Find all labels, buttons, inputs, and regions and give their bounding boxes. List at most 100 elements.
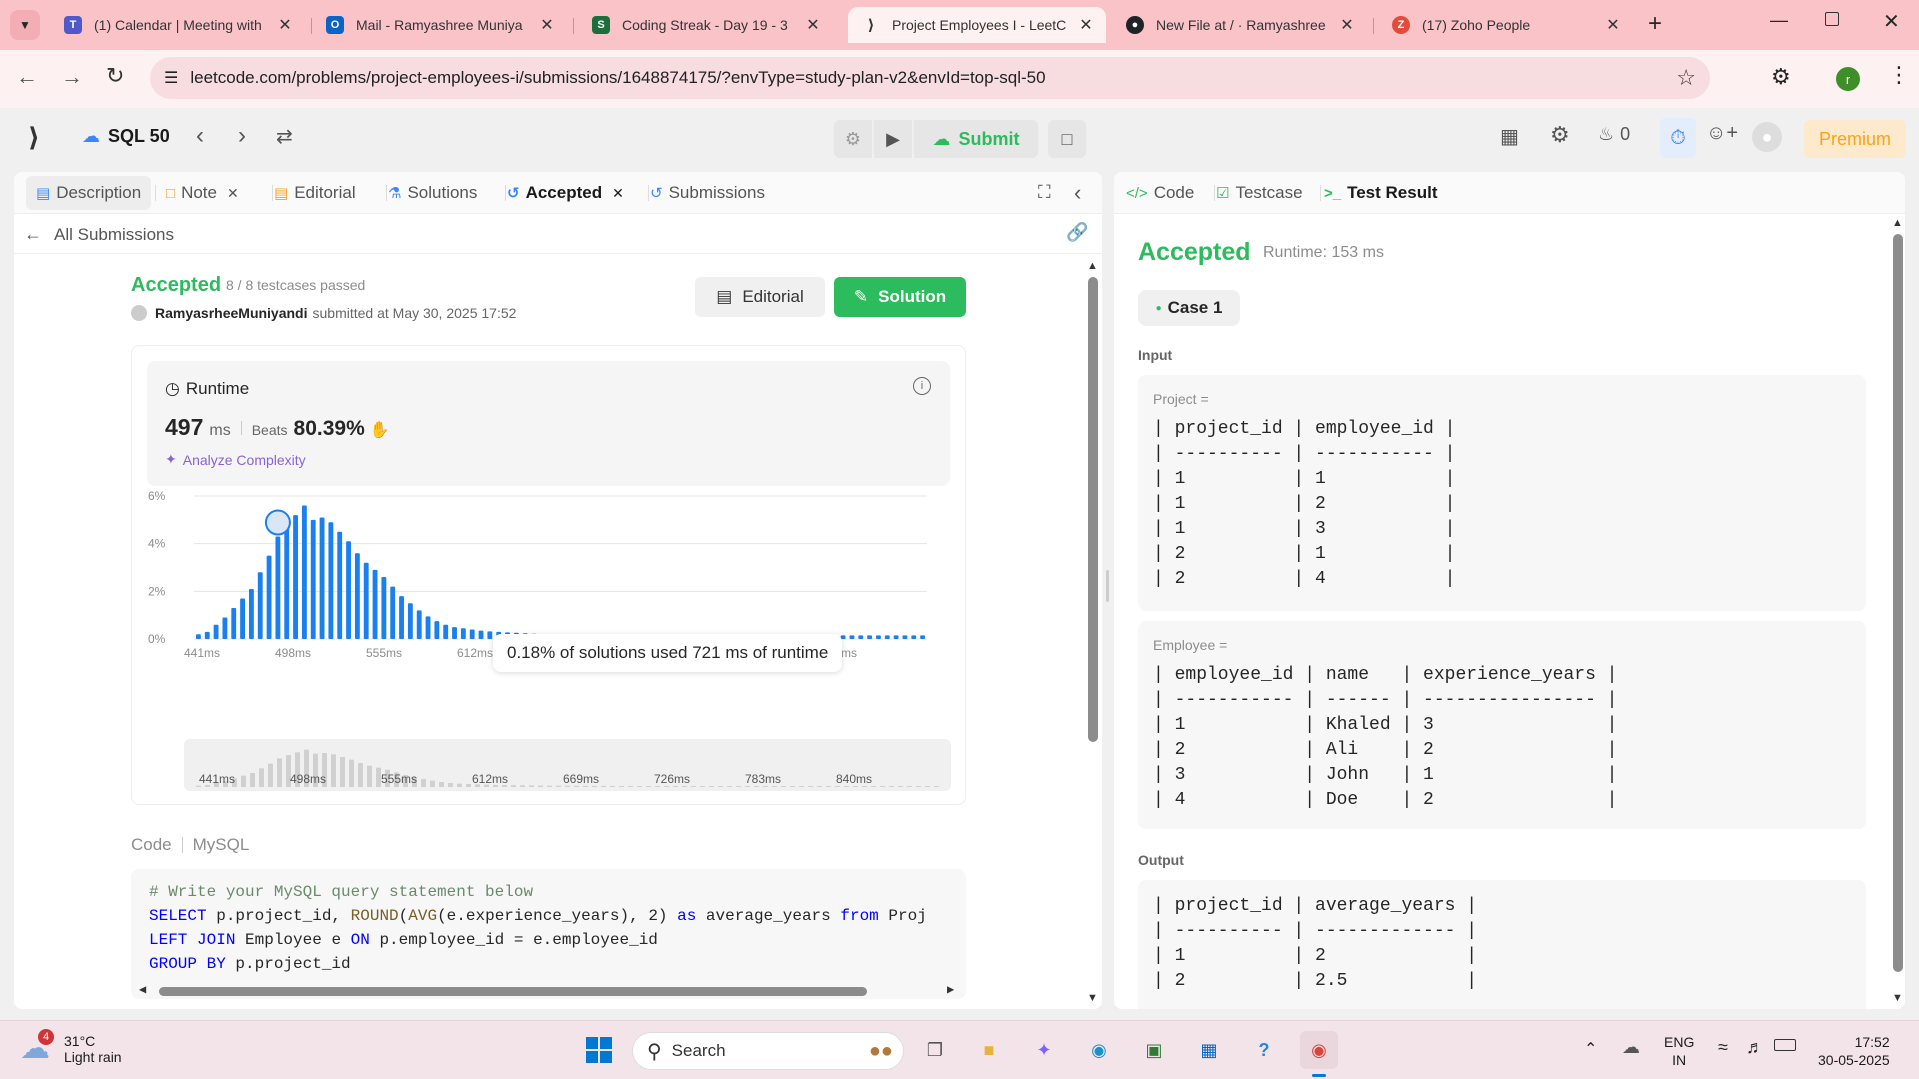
runtime-bar[interactable] — [425, 616, 431, 639]
horizontal-scrollbar[interactable] — [159, 987, 867, 996]
runtime-bar[interactable] — [407, 603, 413, 639]
runtime-bar[interactable] — [213, 624, 219, 639]
scroll-left-icon[interactable]: ◀ — [139, 982, 146, 997]
runtime-bar[interactable] — [328, 522, 334, 639]
runtime-bar[interactable] — [452, 627, 457, 639]
vertical-scrollbar[interactable] — [1893, 234, 1903, 972]
scroll-down-icon[interactable]: ▼ — [1892, 992, 1903, 1004]
code-block[interactable]: # Write your MySQL query statement below… — [131, 869, 966, 999]
browser-tab-leetcode[interactable]: ⟩ Project Employees I - LeetC ✕ — [848, 7, 1106, 43]
prev-problem-icon[interactable]: ‹ — [196, 122, 204, 150]
share-link-icon[interactable]: 🔗 — [1066, 222, 1088, 243]
case-1-tab[interactable]: ● Case 1 — [1138, 290, 1240, 326]
debug-button[interactable]: ⚙ — [834, 120, 872, 158]
close-icon[interactable]: ✕ — [612, 185, 624, 202]
browser-tab-github[interactable]: ● New File at / · Ramyashree ✕ — [1112, 7, 1367, 43]
runtime-bar[interactable] — [257, 572, 263, 639]
submit-button[interactable]: ☁ Submit — [914, 120, 1038, 158]
copilot-icon[interactable]: ✦ — [1025, 1031, 1063, 1069]
runtime-bar[interactable] — [478, 630, 484, 639]
tab-test-result[interactable]: >_ Test Result — [1324, 172, 1437, 214]
runtime-bar[interactable] — [867, 635, 873, 639]
scroll-up-icon[interactable]: ▲ — [1892, 217, 1903, 229]
runtime-bar[interactable] — [363, 562, 369, 639]
browser-tab-coding-streak[interactable]: S Coding Streak - Day 19 - 3 ✕ — [578, 7, 833, 43]
runtime-bar[interactable] — [416, 610, 422, 639]
tab-search-button[interactable]: ▼ — [10, 10, 40, 40]
user-avatar[interactable]: ● — [1752, 122, 1782, 152]
reload-icon[interactable]: ↻ — [106, 63, 124, 89]
scroll-down-icon[interactable]: ▼ — [1087, 992, 1098, 1004]
forward-icon[interactable]: → — [61, 64, 83, 90]
runtime-bar[interactable] — [293, 515, 298, 639]
scroll-right-icon[interactable]: ▶ — [947, 982, 954, 997]
runtime-bar[interactable] — [372, 569, 378, 639]
runtime-bar[interactable] — [893, 635, 899, 639]
runtime-bar[interactable] — [399, 596, 404, 639]
meet-icon[interactable]: ☁ — [1622, 1037, 1640, 1058]
runtime-bar[interactable] — [248, 588, 254, 639]
file-explorer-icon[interactable]: ■ — [970, 1031, 1008, 1069]
bookmark-star-icon[interactable]: ☆ — [1676, 65, 1696, 91]
photos-icon[interactable]: ▣ — [1135, 1031, 1173, 1069]
weather-widget[interactable]: ☁ 4 31°C Light rain — [20, 1029, 122, 1067]
runtime-bar[interactable] — [381, 577, 387, 639]
runtime-bar[interactable] — [301, 505, 307, 639]
runtime-bar[interactable] — [443, 624, 449, 639]
runtime-bar[interactable] — [902, 635, 908, 639]
layout-icon[interactable]: ▦ — [1500, 124, 1519, 149]
solution-button[interactable]: ✎ Solution — [834, 277, 966, 317]
runtime-bar[interactable] — [390, 586, 396, 639]
tab-code[interactable]: </> Code — [1126, 172, 1194, 214]
task-view-icon[interactable]: ❐ — [916, 1031, 954, 1069]
vertical-scrollbar[interactable] — [1088, 277, 1098, 742]
tab-solutions[interactable]: ⚗ Solutions — [388, 172, 477, 214]
runtime-bar[interactable] — [875, 635, 881, 639]
editorial-button[interactable]: ▤ Editorial — [695, 277, 825, 317]
tab-description[interactable]: ▤ Description — [26, 176, 152, 210]
all-submissions-link[interactable]: ← All Submissions — [24, 224, 174, 245]
info-icon[interactable]: i — [913, 377, 931, 395]
your-runtime-marker[interactable] — [264, 509, 291, 536]
add-friend-icon[interactable]: ☺+ — [1706, 122, 1738, 145]
runtime-bar[interactable] — [195, 634, 201, 639]
timer-button[interactable]: ⏱ — [1660, 118, 1696, 158]
new-tab-button[interactable]: + — [1648, 12, 1662, 36]
volume-icon[interactable]: ♬ — [1746, 1037, 1764, 1058]
panel-splitter[interactable] — [1106, 570, 1109, 602]
runtime-bar[interactable] — [284, 524, 290, 639]
runtime-bar[interactable] — [310, 519, 316, 639]
help-icon[interactable]: ? — [1245, 1031, 1283, 1069]
runtime-bar[interactable] — [337, 531, 343, 639]
runtime-bar[interactable] — [858, 635, 864, 639]
leetcode-logo[interactable]: ⟩ — [28, 122, 40, 153]
close-icon[interactable]: ✕ — [539, 15, 555, 35]
runtime-bar[interactable] — [222, 617, 228, 639]
close-window-button[interactable]: ✕ — [1883, 9, 1900, 34]
premium-button[interactable]: Premium — [1804, 120, 1906, 158]
runtime-bar[interactable] — [920, 635, 926, 639]
show-hidden-icons[interactable]: ⌃ — [1584, 1039, 1597, 1059]
language-indicator[interactable]: ENG IN — [1664, 1033, 1694, 1069]
close-icon[interactable]: ✕ — [277, 15, 293, 35]
runtime-bar[interactable] — [266, 555, 272, 639]
wifi-icon[interactable]: ≈ — [1718, 1037, 1728, 1058]
browser-tab-zoho[interactable]: Z (17) Zoho People ✕ — [1378, 7, 1633, 43]
clock[interactable]: 17:52 30-05-2025 — [1818, 1033, 1890, 1069]
streak-counter[interactable]: ♨ 0 — [1598, 124, 1630, 145]
close-icon[interactable]: ✕ — [227, 185, 239, 202]
runtime-bar[interactable] — [460, 628, 466, 639]
runtime-summary[interactable]: ◷ Runtime i 497 ms Beats 80.39% ✋ ✦ Anal… — [147, 361, 950, 486]
runtime-distribution-chart[interactable]: 6%4%2%0%441ms498ms555ms612ms669ms726ms78… — [132, 486, 965, 731]
browser-tab-mail[interactable]: O Mail - Ramyashree Muniya ✕ — [312, 7, 567, 43]
extensions-icon[interactable]: ⚙ — [1771, 64, 1791, 90]
runtime-bar[interactable] — [346, 541, 351, 639]
scroll-up-icon[interactable]: ▲ — [1087, 260, 1098, 272]
tab-testcase[interactable]: ☑ Testcase — [1216, 172, 1303, 214]
next-problem-icon[interactable]: › — [238, 122, 246, 150]
edge-icon[interactable]: ◉ — [1080, 1031, 1118, 1069]
close-icon[interactable]: ✕ — [1605, 15, 1621, 35]
settings-icon[interactable]: ⚙ — [1550, 122, 1570, 148]
store-icon[interactable]: ▦ — [1190, 1031, 1228, 1069]
tab-accepted[interactable]: ↺ Accepted ✕ — [507, 172, 624, 214]
